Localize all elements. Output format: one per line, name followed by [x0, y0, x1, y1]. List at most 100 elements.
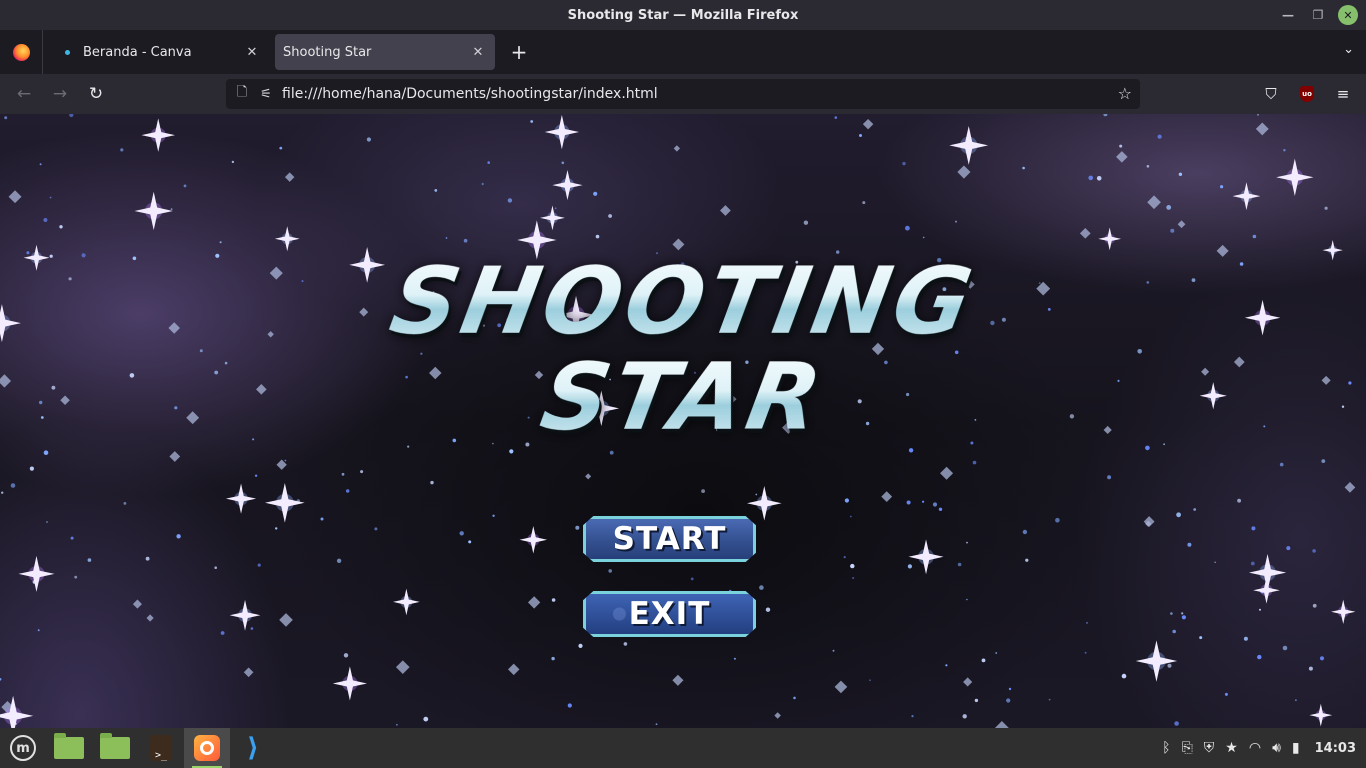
star-dot	[1084, 651, 1087, 654]
star-dot	[962, 714, 967, 719]
sparkle-star	[0, 695, 34, 728]
star-dot	[1088, 175, 1093, 181]
star-diamond	[957, 165, 971, 179]
star-dot	[487, 161, 491, 164]
star-dot	[396, 723, 398, 726]
star-dot	[87, 558, 92, 562]
sparkle-star	[134, 191, 173, 231]
star-dot	[859, 134, 862, 137]
star-dot	[850, 563, 855, 569]
forward-icon[interactable]: →	[42, 78, 78, 110]
vscode-icon: ⟩	[247, 733, 259, 763]
game-viewport: SHOOTING STAR START EXIT	[0, 114, 1366, 728]
firefox-taskbar-button[interactable]	[184, 728, 230, 768]
star-dot	[43, 450, 49, 456]
star-icon[interactable]: ★	[1225, 740, 1238, 756]
ublock-icon[interactable]: uo	[1292, 78, 1322, 110]
firefox-view-button[interactable]	[0, 30, 43, 74]
star-dot	[793, 696, 796, 700]
close-window-icon[interactable]: ✕	[1338, 5, 1358, 25]
star-dot	[945, 664, 948, 667]
star-diamond	[994, 721, 1009, 728]
url-bar[interactable]: 🗋 ⚟ file:///home/hana/Documents/shooting…	[226, 79, 1140, 109]
terminal-button[interactable]: >_	[138, 728, 184, 768]
star-dot	[1119, 144, 1123, 148]
tab-list-icon[interactable]: ⌄	[1343, 42, 1354, 57]
star-diamond	[774, 712, 781, 719]
close-tab-icon[interactable]: ✕	[243, 43, 261, 61]
sparkle-star	[519, 525, 548, 554]
exit-button[interactable]: EXIT	[583, 591, 756, 637]
star-dot	[981, 658, 986, 663]
tab-canva[interactable]: Beranda - Canva ✕	[49, 34, 269, 70]
reload-icon[interactable]: ↻	[78, 78, 114, 110]
star-dot	[755, 493, 758, 496]
new-tab-button[interactable]: +	[503, 36, 535, 68]
sparkle-star	[540, 205, 565, 231]
star-dot	[1259, 608, 1261, 611]
shield-icon[interactable]: ⛨	[1204, 740, 1215, 756]
minimize-icon[interactable]: —	[1278, 5, 1298, 25]
star-dot	[39, 163, 42, 166]
star-dot	[59, 225, 63, 229]
star-dot	[932, 502, 938, 507]
star-dot	[1199, 636, 1203, 640]
star-dot	[843, 556, 846, 559]
pocket-icon[interactable]: ⛉	[1256, 78, 1286, 110]
window-controls: — ❐ ✕	[1278, 5, 1358, 25]
star-dot	[593, 191, 598, 196]
close-tab-icon[interactable]: ✕	[469, 43, 487, 61]
sparkle-star	[18, 555, 55, 592]
star-dot	[908, 448, 914, 453]
tab-shooting-star[interactable]: Shooting Star ✕	[275, 34, 495, 70]
vscode-button[interactable]: ⟩	[230, 728, 276, 768]
star-dot	[1167, 663, 1172, 668]
star-dot	[922, 500, 925, 503]
star-dot	[1279, 462, 1284, 467]
start-menu-button[interactable]: m	[0, 728, 46, 768]
star-dot	[1251, 526, 1256, 531]
star-dot	[29, 466, 34, 471]
star-dot	[974, 698, 979, 703]
maximize-icon[interactable]: ❐	[1308, 5, 1328, 25]
star-diamond	[1079, 227, 1091, 239]
clipboard-icon[interactable]: ⎘	[1182, 740, 1193, 756]
permissions-icon[interactable]: ⚟	[258, 85, 274, 103]
volume-icon[interactable]: 🔊︎	[1272, 740, 1281, 756]
star-dot	[254, 474, 258, 477]
url-text[interactable]: file:///home/hana/Documents/shootingstar…	[282, 86, 658, 102]
game-title: SHOOTING STAR	[0, 248, 1366, 451]
star-dot	[905, 225, 910, 231]
star-dot	[972, 460, 977, 465]
clock[interactable]: 14:03	[1315, 741, 1356, 756]
wifi-icon[interactable]: ◠	[1249, 740, 1261, 756]
start-label: START	[612, 521, 727, 557]
battery-icon[interactable]: ▮	[1292, 740, 1300, 756]
star-dot	[938, 507, 943, 511]
star-dot	[849, 515, 852, 518]
star-dot	[907, 564, 913, 569]
bookmark-star-icon[interactable]: ☆	[1118, 84, 1132, 103]
files-button[interactable]	[92, 728, 138, 768]
star-dot	[1224, 692, 1228, 696]
star-dot	[869, 679, 871, 681]
sparkle-star	[544, 114, 580, 150]
app-menu-icon[interactable]: ≡	[1328, 78, 1358, 110]
bluetooth-icon[interactable]: ᛒ	[1162, 740, 1170, 756]
star-dot	[1107, 475, 1112, 480]
back-icon[interactable]: ←	[6, 78, 42, 110]
star-dot	[1103, 114, 1108, 117]
star-dot	[1319, 656, 1325, 661]
star-diamond	[284, 172, 295, 182]
star-dot	[567, 703, 572, 708]
folder-icon	[100, 733, 130, 759]
star-diamond	[243, 667, 254, 678]
star-dot	[70, 536, 74, 540]
sparkle-star	[274, 226, 300, 252]
star-dot	[1174, 721, 1179, 726]
star-dot	[832, 649, 835, 652]
start-button[interactable]: START	[583, 516, 756, 562]
show-desktop-button[interactable]	[46, 728, 92, 768]
title-line-1: SHOOTING	[0, 248, 1366, 355]
star-dot	[1214, 561, 1216, 564]
